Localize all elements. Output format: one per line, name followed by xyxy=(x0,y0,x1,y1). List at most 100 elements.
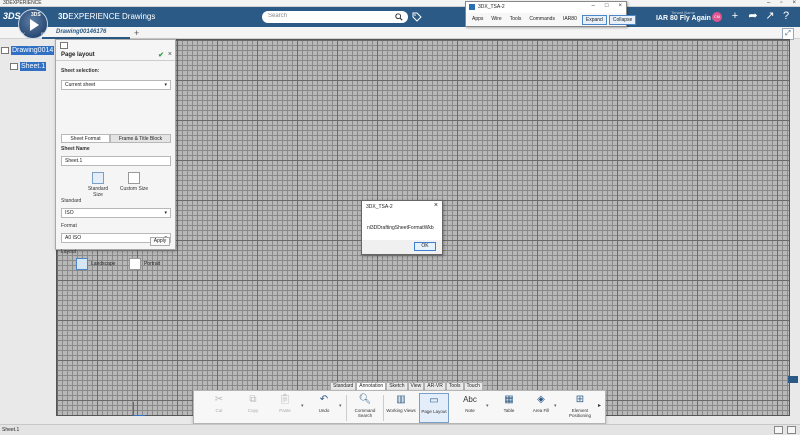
document-tab-bar: Drawing00146176 + xyxy=(0,27,800,39)
maximize-icon[interactable]: □ xyxy=(605,3,609,9)
copy-label: Copy xyxy=(247,408,259,413)
os-window-controls: – ▫ × xyxy=(767,0,796,7)
tab-sheet-format[interactable]: Sheet Format xyxy=(61,134,110,143)
paste-icon: 📋︎ xyxy=(278,394,292,405)
close-icon[interactable]: × xyxy=(168,51,172,58)
cut-label: Cut xyxy=(215,408,223,413)
tab-drawing[interactable]: Drawing00146176 xyxy=(42,27,130,39)
avatar[interactable]: CM xyxy=(712,12,722,22)
minimize-icon[interactable]: – xyxy=(767,0,770,7)
search-box[interactable] xyxy=(262,11,408,23)
chevron-down-icon[interactable]: ▾ xyxy=(486,403,489,409)
check-icon[interactable]: ✔ xyxy=(158,51,164,59)
tag-icon[interactable] xyxy=(412,12,422,24)
compass-v: V xyxy=(22,31,25,36)
chevron-right-icon[interactable]: ▸ xyxy=(598,402,601,409)
table-label: Table xyxy=(503,408,515,413)
menu-iar80[interactable]: IAR80 xyxy=(560,15,580,25)
copy-button[interactable]: ⧉ Copy xyxy=(238,393,268,423)
landscape-icon xyxy=(76,258,88,270)
tenant-info[interactable]: Tenant Name IAR 80 Fly Again⌄ xyxy=(650,10,716,22)
working-views-button[interactable]: ▥ Working Views xyxy=(386,393,416,423)
command-search-button[interactable]: 🔍︎ Command Search xyxy=(350,393,380,423)
collapse-button[interactable]: Collapse xyxy=(608,15,637,25)
standard-size-button[interactable]: Standard Size xyxy=(83,172,113,200)
status-toggle-icon[interactable] xyxy=(787,426,796,434)
communicate-icon[interactable]: ↗ xyxy=(764,10,776,22)
menu-wire[interactable]: Wire xyxy=(488,15,504,25)
dialog-footer: OK xyxy=(362,240,442,254)
custom-size-button[interactable]: Custom Size xyxy=(119,172,149,200)
close-icon[interactable]: × xyxy=(618,3,622,9)
undo-icon: ↶ xyxy=(319,394,329,405)
panel-title: Page layout xyxy=(61,52,95,58)
chevron-down-icon: ▾ xyxy=(164,82,167,88)
new-tab-button[interactable]: + xyxy=(134,27,139,39)
tree-item-label: Sheet.1 xyxy=(20,62,47,71)
tab-frame-title-block[interactable]: Frame & Title Block xyxy=(110,134,171,143)
specification-tree: Drawing0014 Sheet.1 xyxy=(0,46,55,86)
sheet-name-input[interactable]: Sheet.1 xyxy=(61,156,171,166)
portrait-button[interactable]: Portrait xyxy=(129,257,160,271)
status-text: Sheet.1 xyxy=(2,427,20,433)
panel-pin-icon[interactable] xyxy=(60,42,68,49)
separator xyxy=(383,395,384,421)
compass-icon[interactable]: 3DS V R xyxy=(18,9,48,39)
tab-view[interactable]: View xyxy=(407,382,425,390)
chevron-down-icon[interactable]: ▾ xyxy=(301,403,304,409)
share-icon[interactable]: ➦ xyxy=(747,10,759,22)
cut-button[interactable]: ✂ Cut xyxy=(204,393,234,423)
format-value: A0 ISO xyxy=(65,235,82,241)
tree-item-sheet[interactable]: Sheet.1 xyxy=(10,62,47,71)
side-panel-handle[interactable] xyxy=(788,376,798,383)
user-name: IAR 80 Fly Again xyxy=(655,15,711,22)
os-title-bar: 3DEXPERIENCE – ▫ × xyxy=(0,0,800,7)
table-button[interactable]: ▦ Table xyxy=(494,393,524,423)
note-button[interactable]: Abc Note xyxy=(455,393,485,423)
tree-item-drawing[interactable]: Drawing0014 xyxy=(1,46,55,55)
tab-ar-vr[interactable]: AR-VR xyxy=(424,382,446,390)
layout-label: Layout xyxy=(61,249,77,255)
page-layout-icon: ▭ xyxy=(429,395,439,406)
close-icon[interactable]: × xyxy=(434,202,438,209)
standard-size-icon xyxy=(92,172,104,184)
add-icon[interactable]: + xyxy=(729,10,741,22)
area-fill-button[interactable]: ◈ Area Fill xyxy=(526,393,556,423)
close-icon[interactable]: × xyxy=(792,0,796,7)
landscape-button[interactable]: Landscape xyxy=(76,257,115,271)
menu-tools[interactable]: Tools xyxy=(507,15,525,25)
search-icon[interactable] xyxy=(395,13,403,23)
tab-standard[interactable]: Standard xyxy=(330,382,357,390)
sheet-selection-select[interactable]: Current sheet ▾ xyxy=(61,80,171,90)
paste-button[interactable]: 📋︎ Paste xyxy=(270,393,300,423)
chevron-down-icon[interactable]: ▾ xyxy=(554,403,557,409)
status-bar: Sheet.1 xyxy=(0,424,800,435)
tab-sketch[interactable]: Sketch xyxy=(386,382,408,390)
sheet-selection-value: Current sheet xyxy=(65,82,96,88)
status-toggle-icon[interactable] xyxy=(774,426,783,434)
expand-button[interactable]: Expand xyxy=(581,15,607,25)
chevron-down-icon[interactable]: ▾ xyxy=(339,403,342,409)
tsa-window-title: 3DX_TSA-2 xyxy=(478,4,505,10)
minimize-icon[interactable]: – xyxy=(592,3,595,9)
tab-annotation[interactable]: Annotation xyxy=(356,382,387,390)
sheet-name-value: Sheet.1 xyxy=(65,158,83,164)
apply-button[interactable]: Apply xyxy=(150,237,170,246)
menu-commands[interactable]: Commands xyxy=(526,15,558,25)
landscape-label: Landscape xyxy=(91,261,116,267)
tab-tools[interactable]: Tools xyxy=(445,382,464,390)
tsa-window-titlebar: 3DX_TSA-2 – □ × xyxy=(466,2,626,13)
tab-touch[interactable]: Touch xyxy=(463,382,483,390)
maximize-icon[interactable]: ▫ xyxy=(780,0,782,7)
ok-button[interactable]: OK xyxy=(414,242,436,251)
separator xyxy=(346,395,347,421)
element-positioning-button[interactable]: ⊞ Element Positioning xyxy=(562,393,598,423)
text-icon: Abc xyxy=(463,395,477,404)
search-input[interactable] xyxy=(268,13,388,19)
standard-select[interactable]: ISO ▾ xyxy=(61,208,171,218)
help-icon[interactable]: ? xyxy=(780,10,792,22)
menu-apps[interactable]: Apps xyxy=(469,15,486,25)
chevron-down-icon: ▾ xyxy=(164,210,167,216)
page-layout-button[interactable]: ▭ Page Layout xyxy=(419,393,449,423)
undo-button[interactable]: ↶ Undo xyxy=(309,393,339,423)
